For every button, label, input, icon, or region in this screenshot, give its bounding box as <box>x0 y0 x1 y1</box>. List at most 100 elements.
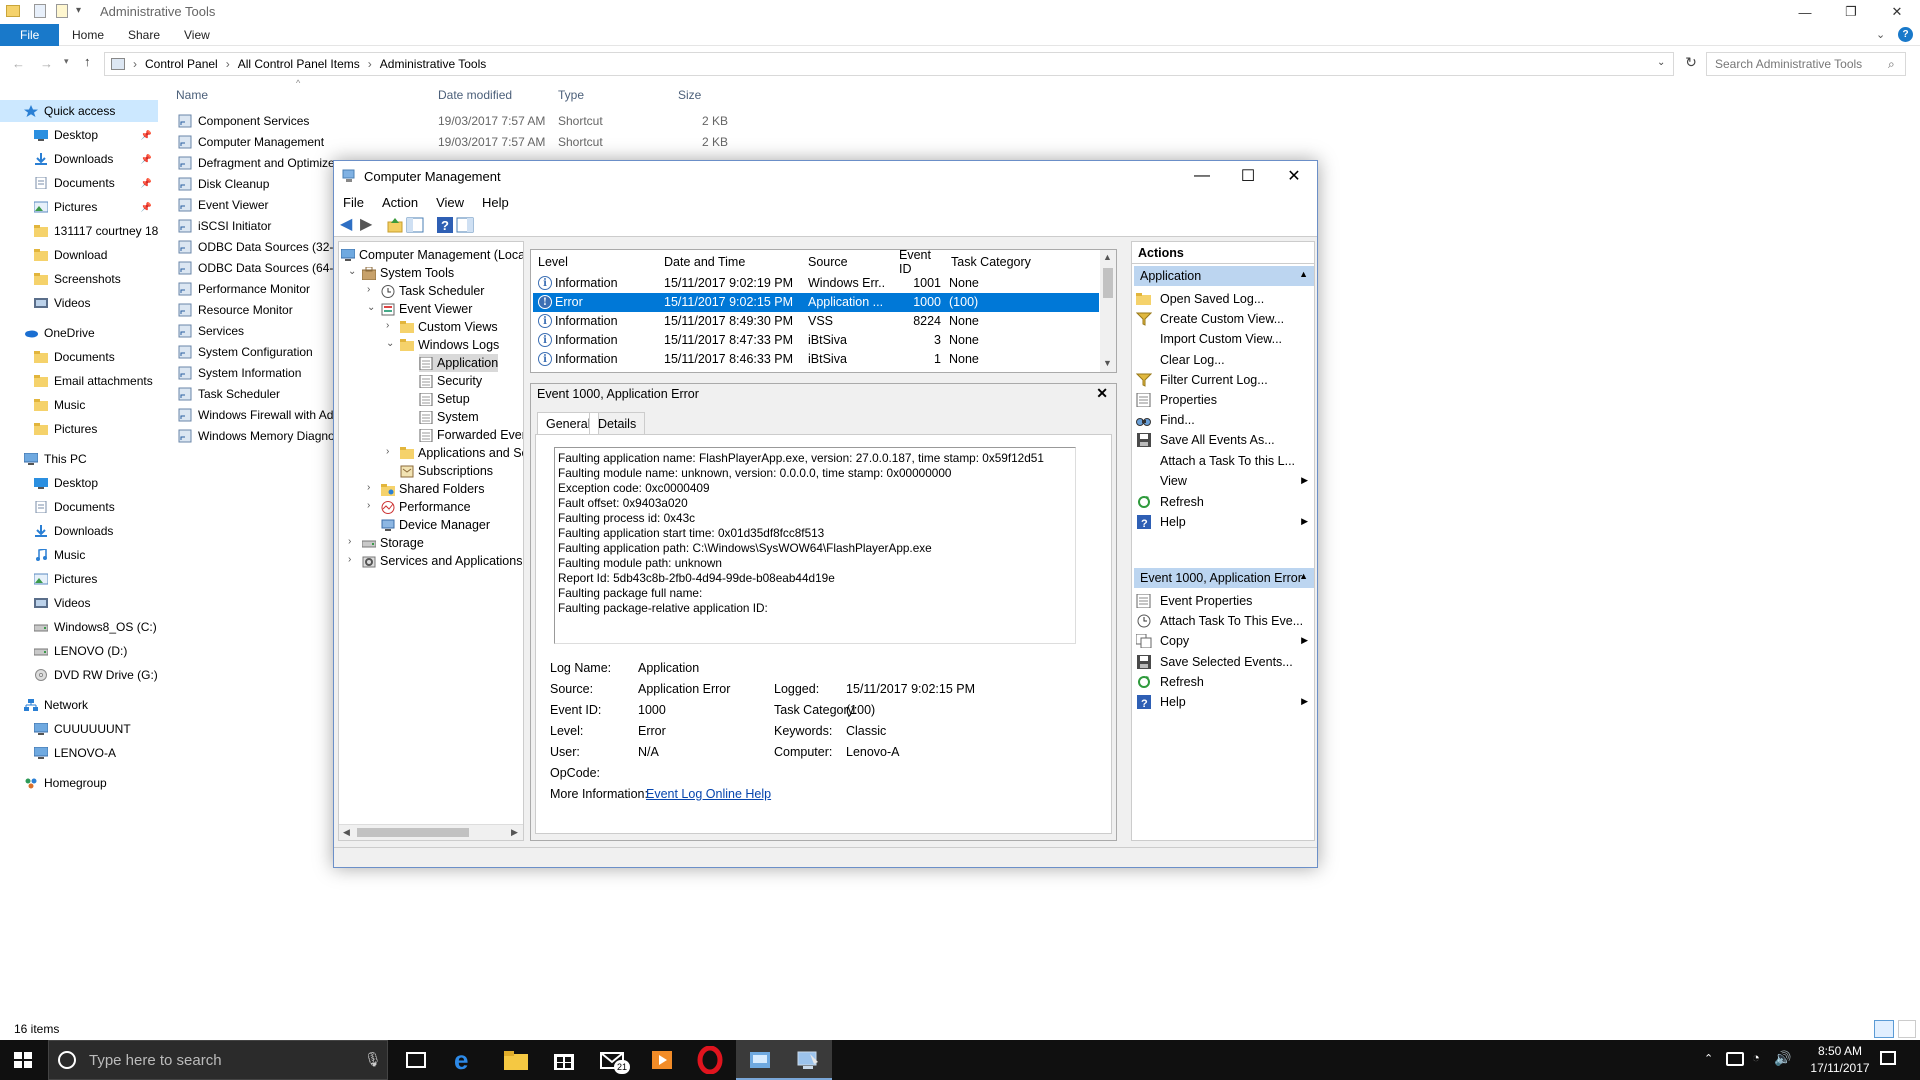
close-detail-icon[interactable]: ✕ <box>1096 385 1108 402</box>
scroll-up-icon[interactable]: ▲ <box>1103 252 1112 262</box>
column-event-id[interactable]: Event ID <box>899 250 941 276</box>
expand-arrow-icon[interactable]: › <box>386 320 396 331</box>
breadcrumb-control-panel[interactable]: Control Panel <box>145 57 218 71</box>
menu-file[interactable]: File <box>334 195 373 210</box>
tree-item[interactable]: Shared Folders <box>381 480 484 498</box>
collapse-arrow-icon[interactable]: ⌄ <box>348 266 358 277</box>
collapse-icon[interactable]: ▲ <box>1299 571 1308 581</box>
tab-file[interactable]: File <box>0 24 60 46</box>
quick-access-toolbar-chevron-icon[interactable]: ▾ <box>76 5 81 16</box>
nav-item[interactable]: This PC <box>0 448 158 470</box>
nav-item[interactable]: Download <box>0 244 158 266</box>
details-view-icon[interactable] <box>1874 1020 1894 1038</box>
nav-item[interactable]: Documents 📌 <box>0 172 158 194</box>
nav-item[interactable]: Network <box>0 694 158 716</box>
show-hide-action-pane-icon[interactable] <box>456 216 474 234</box>
tree-item[interactable]: System Tools <box>362 264 454 282</box>
event-log-online-help-link[interactable]: Event Log Online Help <box>646 787 771 801</box>
nav-item[interactable]: Videos <box>0 592 158 614</box>
network-status-icon[interactable] <box>1726 1052 1744 1066</box>
file-row[interactable]: Component Services 19/03/2017 7:57 AM Shor… <box>170 111 770 132</box>
event-row[interactable]: ! Error 15/11/2017 9:02:15 PM Application .… <box>533 293 1099 312</box>
event-row[interactable]: i Information 15/11/2017 8:47:33 PM iBtSiva… <box>533 331 1099 350</box>
nav-item[interactable]: 131117 courtney 18 <box>0 220 158 242</box>
menu-action[interactable]: Action <box>373 195 427 210</box>
menu-help[interactable]: Help <box>473 195 518 210</box>
column-task-category[interactable]: Task Category <box>951 252 1031 272</box>
large-icons-view-icon[interactable] <box>1898 1020 1916 1038</box>
tab-share[interactable]: Share <box>114 24 174 46</box>
action-item[interactable]: Properties <box>1136 389 1314 410</box>
scroll-right-icon[interactable]: ▶ <box>511 827 518 838</box>
scroll-left-icon[interactable]: ◀ <box>343 827 350 838</box>
action-item[interactable]: Save All Events As... <box>1136 429 1314 450</box>
menu-view[interactable]: View <box>427 195 473 210</box>
action-item[interactable]: Filter Current Log... <box>1136 369 1314 390</box>
expand-arrow-icon[interactable]: › <box>367 482 377 493</box>
event-list-scrollbar[interactable]: ▲ ▼ <box>1100 250 1116 372</box>
action-item[interactable]: ? Help ▶ <box>1136 511 1314 532</box>
tree-item[interactable]: Event Viewer <box>381 300 472 318</box>
scroll-thumb[interactable] <box>357 828 469 837</box>
recent-locations-icon[interactable]: ▾ <box>64 56 69 67</box>
tab-home[interactable]: Home <box>58 24 118 46</box>
tree-item[interactable]: Performance <box>381 498 471 516</box>
close-button[interactable]: ✕ <box>1874 0 1920 24</box>
media-player-icon[interactable] <box>648 1046 676 1074</box>
back-arrow-icon[interactable]: ← <box>12 56 25 71</box>
event-row[interactable]: i Information 15/11/2017 8:46:33 PM iBtSiva… <box>533 350 1099 369</box>
tree-item[interactable]: Services and Applications <box>362 552 522 570</box>
action-item[interactable]: Import Custom View... <box>1136 328 1314 349</box>
expand-arrow-icon[interactable]: › <box>367 500 377 511</box>
action-center-icon[interactable] <box>1880 1051 1896 1065</box>
file-row[interactable]: Computer Management 19/03/2017 7:57 AM Sho… <box>170 132 770 153</box>
event-row[interactable]: i Information 15/11/2017 8:49:30 PM VSS 8224… <box>533 312 1099 331</box>
file-explorer-icon[interactable] <box>502 1046 530 1074</box>
nav-item[interactable]: Documents <box>0 346 158 368</box>
up-one-level-icon[interactable] <box>386 216 404 234</box>
action-item[interactable]: Refresh <box>1136 491 1314 512</box>
action-item[interactable]: ? Help ▶ <box>1136 691 1314 712</box>
show-hidden-icons-icon[interactable]: ⌃ <box>1704 1052 1713 1065</box>
nav-item[interactable]: Quick access <box>0 100 158 122</box>
nav-item[interactable]: Downloads 📌 <box>0 148 158 170</box>
scroll-thumb[interactable] <box>1103 268 1113 298</box>
help-icon[interactable]: ? <box>1898 27 1913 42</box>
column-name[interactable]: Name <box>176 84 208 106</box>
nav-item[interactable]: Desktop <box>0 472 158 494</box>
event-message[interactable]: Faulting application name: FlashPlayerAp… <box>554 447 1076 644</box>
taskbar-search-input[interactable]: Type here to search <box>48 1040 388 1080</box>
address-box[interactable]: › Control Panel › All Control Panel Item… <box>104 52 1674 76</box>
tree-item[interactable]: Custom Views <box>400 318 498 336</box>
help-icon[interactable]: ? <box>436 216 454 234</box>
refresh-icon[interactable]: ↻ <box>1680 54 1702 76</box>
collapse-arrow-icon[interactable]: ⌄ <box>386 338 396 349</box>
tree-item[interactable]: System <box>419 408 479 426</box>
maximize-button[interactable]: ❐ <box>1828 0 1874 24</box>
volume-icon[interactable]: 🔊 <box>1774 1050 1791 1067</box>
nav-item[interactable]: LENOVO-A <box>0 742 158 764</box>
microphone-icon[interactable]: 🎙 <box>364 1051 382 1068</box>
action-item[interactable]: Clear Log... <box>1136 349 1314 370</box>
expand-arrow-icon[interactable]: › <box>348 536 358 547</box>
tree-horizontal-scrollbar[interactable]: ◀ ▶ <box>339 824 523 840</box>
up-arrow-icon[interactable]: ↑ <box>84 54 91 69</box>
back-arrow-icon[interactable]: ◀ <box>340 216 358 234</box>
windows-start-icon[interactable] <box>14 1052 32 1068</box>
action-item[interactable]: Copy ▶ <box>1136 630 1314 651</box>
nav-item[interactable]: Documents <box>0 496 158 518</box>
action-item[interactable]: Save Selected Events... <box>1136 651 1314 672</box>
actions-section-application[interactable]: Application ▲ <box>1134 266 1314 286</box>
nav-item[interactable]: OneDrive <box>0 322 158 344</box>
tree-item[interactable]: Setup <box>419 390 470 408</box>
column-date-time[interactable]: Date and Time <box>664 252 745 272</box>
action-item[interactable]: Attach a Task To this L... <box>1136 450 1314 471</box>
column-source[interactable]: Source <box>808 252 848 272</box>
expand-arrow-icon[interactable]: › <box>367 284 377 295</box>
task-view-icon[interactable] <box>406 1052 426 1068</box>
show-hide-console-tree-icon[interactable] <box>406 216 424 234</box>
cm-maximize-button[interactable]: ☐ <box>1225 161 1271 191</box>
tree-item[interactable]: Security <box>419 372 482 390</box>
tree-item[interactable]: Windows Logs <box>400 336 499 354</box>
forward-arrow-icon[interactable]: → <box>40 56 53 71</box>
